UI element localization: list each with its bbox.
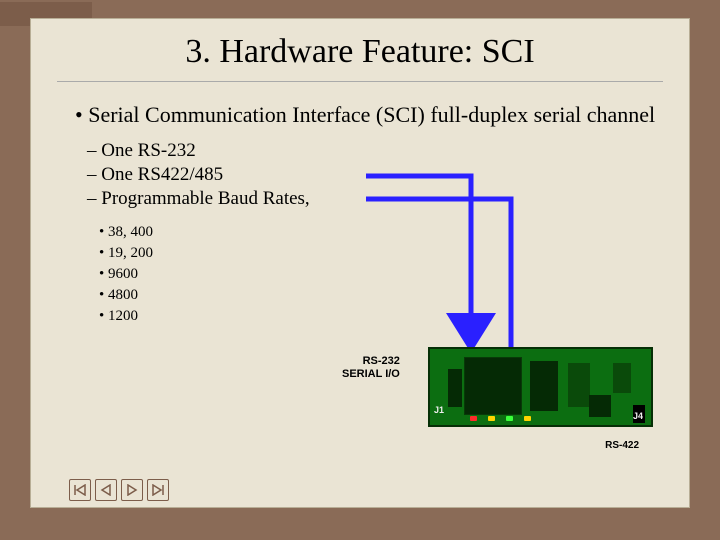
sub-bullet-baud: Programmable Baud Rates, [87, 188, 671, 210]
label-rs422: RS-422 [605, 440, 639, 451]
play-forward-icon [126, 484, 138, 496]
baud-38400: 38, 400 [99, 224, 671, 241]
skip-forward-icon [152, 484, 164, 496]
slide-title: 3. Hardware Feature: SCI [31, 19, 689, 77]
slide-nav-controls [69, 479, 169, 501]
slide-canvas: 3. Hardware Feature: SCI Serial Communic… [30, 18, 690, 508]
play-back-icon [100, 484, 112, 496]
connector-j4-label: J4 [633, 411, 643, 421]
prev-slide-button[interactable] [95, 479, 117, 501]
first-slide-button[interactable] [69, 479, 91, 501]
slide-body: Serial Communication Interface (SCI) ful… [31, 82, 689, 325]
baud-9600: 9600 [99, 266, 671, 283]
last-slide-button[interactable] [147, 479, 169, 501]
board-side-labels: RS-232 SERIAL I/O [342, 355, 400, 381]
next-slide-button[interactable] [121, 479, 143, 501]
baud-1200: 1200 [99, 308, 671, 325]
skip-back-icon [74, 484, 86, 496]
sub-bullet-rs422: One RS422/485 [87, 164, 671, 186]
circuit-board-diagram: RS-232 SERIAL I/O J1 J4 RS-422 [408, 337, 653, 447]
baud-19200: 19, 200 [99, 245, 671, 262]
bullet-main: Serial Communication Interface (SCI) ful… [91, 102, 671, 128]
baud-4800: 4800 [99, 287, 671, 304]
connector-j1-label: J1 [434, 405, 444, 415]
sub-bullet-rs232: One RS-232 [87, 140, 671, 162]
label-serial-io: SERIAL I/O [342, 368, 400, 381]
label-rs232: RS-232 [342, 355, 400, 368]
